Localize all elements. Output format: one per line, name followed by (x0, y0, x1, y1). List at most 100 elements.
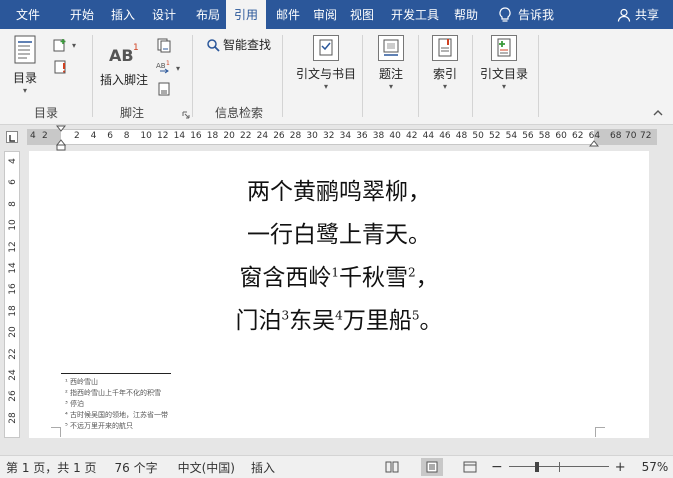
captions-button[interactable]: 题注 ▾ (378, 35, 404, 92)
svg-text:1: 1 (133, 43, 139, 53)
footnote-item[interactable]: ⁵ 不远万里开来的航只 (65, 421, 168, 432)
ruler-number: 60 (555, 131, 567, 141)
status-bar: 第 1 页，共 1 页 76 个字 中文(中国) 插入 − + 57% (0, 455, 673, 478)
add-text-icon[interactable] (52, 37, 68, 53)
footnote-item[interactable]: ¹ 西岭雪山 (65, 377, 168, 388)
insert-footnote-button[interactable]: AB 1 插入脚注 (100, 41, 148, 88)
read-mode-icon[interactable] (385, 461, 399, 473)
text-run: 窗含西岭 (239, 265, 332, 291)
poem-line-3[interactable]: 窗含西岭1千秋雪2， (29, 257, 649, 300)
tell-me-label: 告诉我 (518, 8, 555, 22)
ruler-number: 44 (422, 131, 435, 141)
ruler-number: 2 (42, 131, 48, 141)
ruler-number: 32 (323, 131, 335, 141)
collapse-ribbon-icon[interactable] (652, 109, 664, 117)
index-label: 索引 (432, 67, 457, 81)
group-separator (92, 35, 93, 117)
tab-selector[interactable] (6, 131, 18, 143)
zoom-out-button[interactable]: − (491, 459, 503, 475)
group-separator (362, 35, 363, 117)
language-indicator[interactable]: 中文(中国) (178, 459, 235, 476)
tab-help[interactable]: 帮助 (446, 0, 486, 29)
ruler-number: 24 (256, 131, 269, 141)
ruler-track: 4 2 2 4 6 8 10 12 14 16 18 20 22 24 26 28 30 32 34 36 38 40… (27, 129, 657, 145)
web-layout-icon[interactable] (463, 461, 477, 473)
horizontal-ruler[interactable]: 4 2 2 4 6 8 10 12 14 16 18 20 22 24 26 28 30 32 34 36 38 40… (0, 125, 673, 151)
footnote-icon: AB 1 (109, 43, 139, 65)
group-label-toc: 目录 (33, 106, 58, 120)
citation-icon (313, 35, 339, 61)
add-text-dropdown-icon[interactable]: ▾ (72, 41, 76, 51)
citations-bibliography-button[interactable]: 引文与书目 ▾ (296, 35, 356, 92)
footnote-ref[interactable]: 1 (331, 265, 339, 279)
ruler-number: 42 (406, 131, 418, 141)
ruler-number: 68 (610, 131, 622, 141)
ruler-number: 62 (572, 131, 584, 141)
table-of-authorities-button[interactable]: 引文目录 ▾ (480, 35, 528, 92)
word-count[interactable]: 76 个字 (115, 459, 158, 476)
footnote-item[interactable]: ³ 停泊 (65, 399, 168, 410)
poem-line-4[interactable]: 门泊3东吴4万里船5。 (29, 300, 649, 343)
tab-layout[interactable]: 布局 (190, 0, 226, 29)
right-indent-marker[interactable] (589, 139, 599, 147)
svg-text:1: 1 (166, 60, 170, 67)
citations-label: 引文与书目 (296, 67, 357, 81)
footnote-item[interactable]: ⁴ 古时候吴国的领地，江苏省一带 (65, 410, 168, 421)
poem-line-1[interactable]: 两个黄鹂鸣翠柳， (29, 171, 649, 214)
update-table-icon[interactable] (52, 59, 68, 75)
vertical-ruler-number: 4 (8, 158, 18, 164)
insert-mode[interactable]: 插入 (251, 459, 275, 476)
ruler-number: 4 (30, 131, 36, 141)
print-layout-button[interactable] (421, 458, 444, 476)
tab-developer[interactable]: 开发工具 (384, 0, 446, 29)
tab-file[interactable]: 文件 (0, 0, 56, 29)
ruler-number: 54 (505, 131, 518, 141)
share-button[interactable]: 共享 (617, 6, 659, 23)
next-footnote-dropdown-icon[interactable]: ▾ (176, 64, 180, 74)
zoom-in-button[interactable]: + (615, 460, 626, 475)
poem-body[interactable]: 两个黄鹂鸣翠柳， 一行白鹭上青天。 窗含西岭1千秋雪2， 门泊3东吴4万里船5。 (29, 171, 649, 343)
ruler-number: 46 (439, 131, 451, 141)
footnote-ref[interactable]: 4 (335, 308, 343, 322)
insert-endnote-icon[interactable] (156, 37, 172, 53)
vertical-ruler-number: 8 (8, 200, 18, 207)
search-icon (207, 38, 220, 52)
footnote-item[interactable]: ² 指西岭雪山上千年不化的积雪 (65, 388, 168, 399)
tab-view[interactable]: 视图 (340, 0, 384, 29)
text-run: 。 (419, 308, 443, 334)
group-separator (282, 35, 283, 117)
zoom-slider[interactable] (508, 462, 609, 472)
document-page[interactable]: 两个黄鹂鸣翠柳， 一行白鹭上青天。 窗含西岭1千秋雪2， 门泊3东吴4万里船5。… (29, 151, 649, 438)
chevron-down-icon: ▾ (502, 82, 507, 91)
vertical-ruler-number: 26 (8, 390, 18, 403)
dialog-launcher-icon[interactable] (182, 111, 190, 119)
zoom-slider-thumb[interactable] (534, 462, 539, 472)
tab-home[interactable]: 开始 (56, 0, 108, 29)
tab-design[interactable]: 设计 (138, 0, 190, 29)
indent-marker[interactable] (56, 125, 66, 151)
tab-mailings[interactable]: 邮件 (266, 0, 310, 29)
print-layout-icon (426, 461, 438, 473)
ribbon-references: 目录 ▾ ▾ 目录 AB 1 插入脚注 AB 1 ▾ 脚注 智能查找 信息检索 引文… (0, 29, 673, 125)
poem-line-2[interactable]: 一行白鹭上青天。 (29, 214, 649, 257)
zoom-level[interactable]: 57% (642, 460, 669, 474)
next-footnote-icon[interactable]: AB 1 (156, 59, 172, 75)
index-button[interactable]: 索引 ▾ (432, 35, 458, 92)
vertical-ruler[interactable]: 4 6 8 10 12 14 16 18 20 22 24 26 28 (4, 151, 20, 438)
tell-me-box[interactable]: 告诉我 (498, 6, 554, 23)
footnote-ref[interactable]: 2 (408, 265, 416, 279)
show-notes-icon[interactable] (156, 81, 172, 97)
smart-lookup-button[interactable]: 智能查找 (206, 36, 271, 53)
ruler-number: 36 (356, 131, 368, 141)
page-count[interactable]: 第 1 页，共 1 页 (6, 459, 97, 476)
footnotes-area[interactable]: ¹ 西岭雪山 ² 指西岭雪山上千年不化的积雪 ³ 停泊 ⁴ 古时候吴国的领地，江… (65, 377, 168, 432)
text-run: ， (415, 265, 439, 291)
tab-references[interactable]: 引用 (226, 0, 266, 29)
index-icon (432, 35, 458, 61)
tab-insert[interactable]: 插入 (108, 0, 138, 29)
toc-button[interactable]: 目录 ▾ (12, 35, 38, 96)
vertical-scrollbar[interactable] (652, 151, 673, 438)
tab-review[interactable]: 审阅 (310, 0, 340, 29)
captions-label: 题注 (378, 67, 403, 81)
text-run: 千秋雪 (339, 265, 408, 291)
